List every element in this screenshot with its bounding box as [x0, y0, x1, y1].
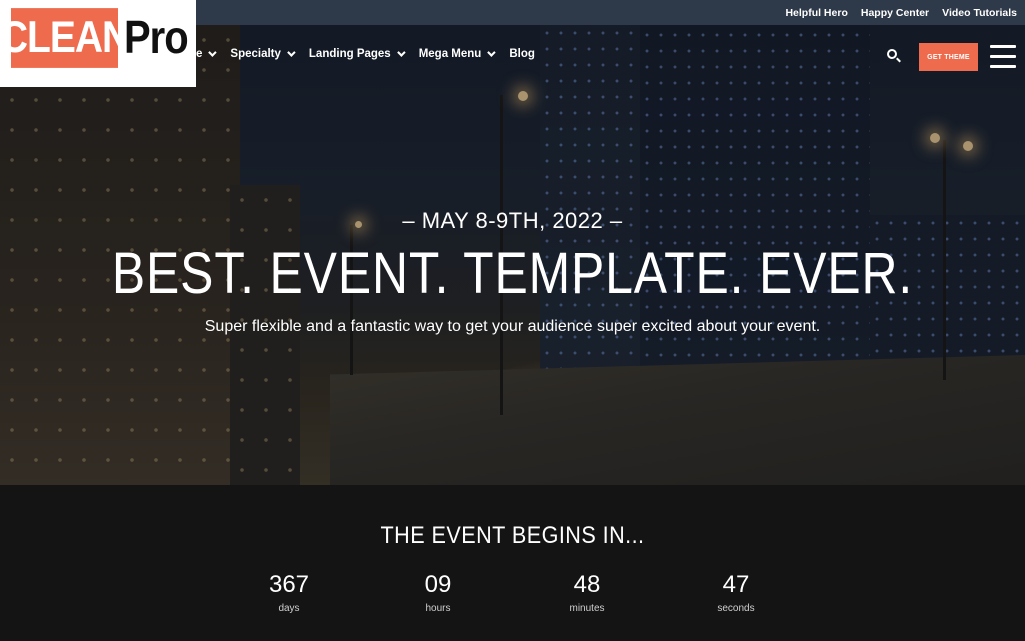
- countdown-label: minutes: [569, 603, 605, 614]
- helpful-hero-link[interactable]: Helpful Hero: [785, 7, 847, 19]
- countdown-section: THE EVENT BEGINS IN... 367 days 09 hours…: [0, 485, 1025, 641]
- hero-subline: Super flexible and a fantastic way to ge…: [204, 318, 821, 335]
- countdown-label: hours: [425, 603, 451, 614]
- nav-item-label: Landing Pages: [308, 48, 391, 60]
- countdown-hours: 09 hours: [398, 571, 478, 614]
- nav-item-label: Specialty: [230, 48, 281, 60]
- search-icon[interactable]: [886, 48, 902, 64]
- nav-item-blog[interactable]: Blog: [509, 48, 535, 60]
- get-theme-button[interactable]: GET THEME: [919, 43, 978, 71]
- event-date: – MAY 8-9TH, 2022 –: [402, 208, 623, 233]
- video-tutorials-link[interactable]: Video Tutorials: [942, 7, 1017, 19]
- countdown-value: 48: [573, 571, 601, 598]
- nav-item-label: e: [196, 48, 203, 60]
- countdown-value: 47: [722, 571, 750, 598]
- nav-item-mega-menu[interactable]: Mega Menu: [418, 48, 496, 60]
- chevron-down-icon: [287, 48, 296, 57]
- countdown-title: THE EVENT BEGINS IN...: [380, 522, 645, 549]
- countdown-label: days: [278, 603, 300, 614]
- logo-pro-text: Pro: [124, 12, 189, 63]
- hamburger-menu-icon[interactable]: [990, 45, 1016, 69]
- countdown-days: 367 days: [249, 571, 329, 614]
- site-logo[interactable]: CLEAN Pro: [0, 0, 196, 87]
- nav-item-specialty[interactable]: Specialty: [230, 48, 296, 60]
- countdown-value: 367: [268, 571, 310, 598]
- chevron-down-icon: [396, 48, 406, 57]
- happy-center-link[interactable]: Happy Center: [861, 7, 929, 19]
- nav-item-home[interactable]: e: [196, 48, 218, 60]
- chevron-down-icon: [208, 48, 218, 57]
- countdown-label: seconds: [717, 603, 755, 614]
- nav-item-landing-pages[interactable]: Landing Pages: [308, 48, 406, 60]
- countdown-minutes: 48 minutes: [547, 571, 627, 614]
- chevron-down-icon: [487, 48, 496, 57]
- utility-links: Helpful Hero Happy Center Video Tutorial…: [785, 0, 1017, 25]
- nav-item-label: Blog: [509, 48, 535, 60]
- main-navigation: e Specialty Landing Pages Mega Menu Blog: [196, 48, 535, 60]
- hero-headline: BEST. EVENT. TEMPLATE. EVER.: [111, 241, 914, 306]
- countdown-value: 09: [424, 571, 452, 598]
- countdown-seconds: 47 seconds: [696, 571, 776, 614]
- logo-clean-mark: CLEAN: [0, 8, 130, 68]
- nav-item-label: Mega Menu: [418, 48, 482, 60]
